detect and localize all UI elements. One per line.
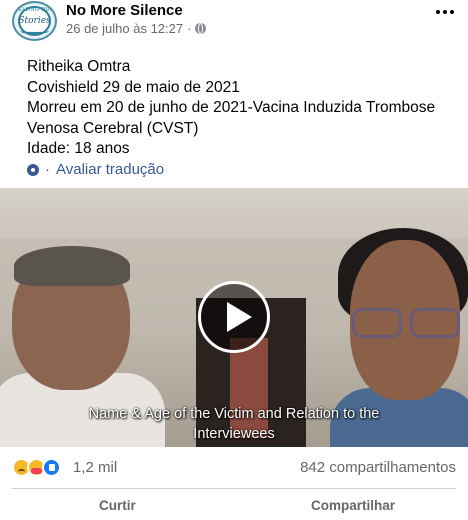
translate-separator: · <box>45 161 50 178</box>
post-line-name: Ritheika Omtra <box>27 58 131 75</box>
more-dot <box>436 10 440 14</box>
play-icon[interactable] <box>198 281 270 353</box>
rate-translation-link[interactable]: · Avaliar tradução <box>27 161 164 178</box>
share-button[interactable]: Compartilhar <box>311 498 395 513</box>
reactions-summary[interactable] <box>12 458 61 477</box>
post-line-death: Morreu em 20 de junho de 2021-Vacina Ind… <box>27 99 436 116</box>
globe-icon[interactable] <box>195 23 207 34</box>
video-caption-line: Interviewees <box>193 426 275 442</box>
avatar-logo-text: Stories <box>18 16 51 26</box>
post-meta: 26 de julho às 12:27 · <box>66 21 207 36</box>
post-line-diagnosis: Venosa Cerebral (CVST) <box>27 119 199 137</box>
video-caption: Name & Age of the Victim and Relation to… <box>0 404 468 444</box>
video-person-left-hair <box>14 246 130 286</box>
glasses-lens <box>410 308 460 338</box>
actions-divider <box>12 488 456 489</box>
post-actions: Curtir Compartilhar <box>0 490 468 520</box>
page-avatar[interactable]: TELLING OUR Stories <box>12 1 57 41</box>
video-player[interactable]: Name & Age of the Victim and Relation to… <box>0 188 468 447</box>
rate-translation-label[interactable]: Avaliar tradução <box>56 161 164 178</box>
meta-separator: · <box>187 21 192 36</box>
post-header: TELLING OUR Stories No More Silence 26 d… <box>0 0 468 46</box>
video-person-right-glasses <box>352 308 464 342</box>
avatar-logo-wave <box>20 28 49 34</box>
post-line-age: Idade: 18 anos <box>27 140 130 157</box>
reaction-count[interactable]: 1,2 mil <box>73 459 117 476</box>
glasses-lens <box>352 308 402 338</box>
post-line-vaccine: Covishield 29 de maio de 2021 <box>27 78 240 96</box>
post-text: Ritheika Omtra Covishield 29 de maio de … <box>27 57 457 160</box>
avatar-logo-top-text: TELLING OUR <box>15 7 54 13</box>
page-name[interactable]: No More Silence <box>66 2 183 19</box>
post-timestamp[interactable]: 26 de julho às 12:27 <box>66 21 183 36</box>
share-count[interactable]: 842 compartilhamentos <box>300 459 456 476</box>
more-options-icon[interactable] <box>436 10 454 14</box>
more-dot <box>443 10 447 14</box>
more-dot <box>450 10 454 14</box>
post-stats: 1,2 mil 842 compartilhamentos <box>0 447 468 489</box>
like-button[interactable]: Curtir <box>99 498 136 513</box>
video-caption-line: Name & Age of the Victim and Relation to… <box>88 406 380 422</box>
gear-icon <box>27 163 39 176</box>
like-reaction-icon <box>42 458 61 477</box>
